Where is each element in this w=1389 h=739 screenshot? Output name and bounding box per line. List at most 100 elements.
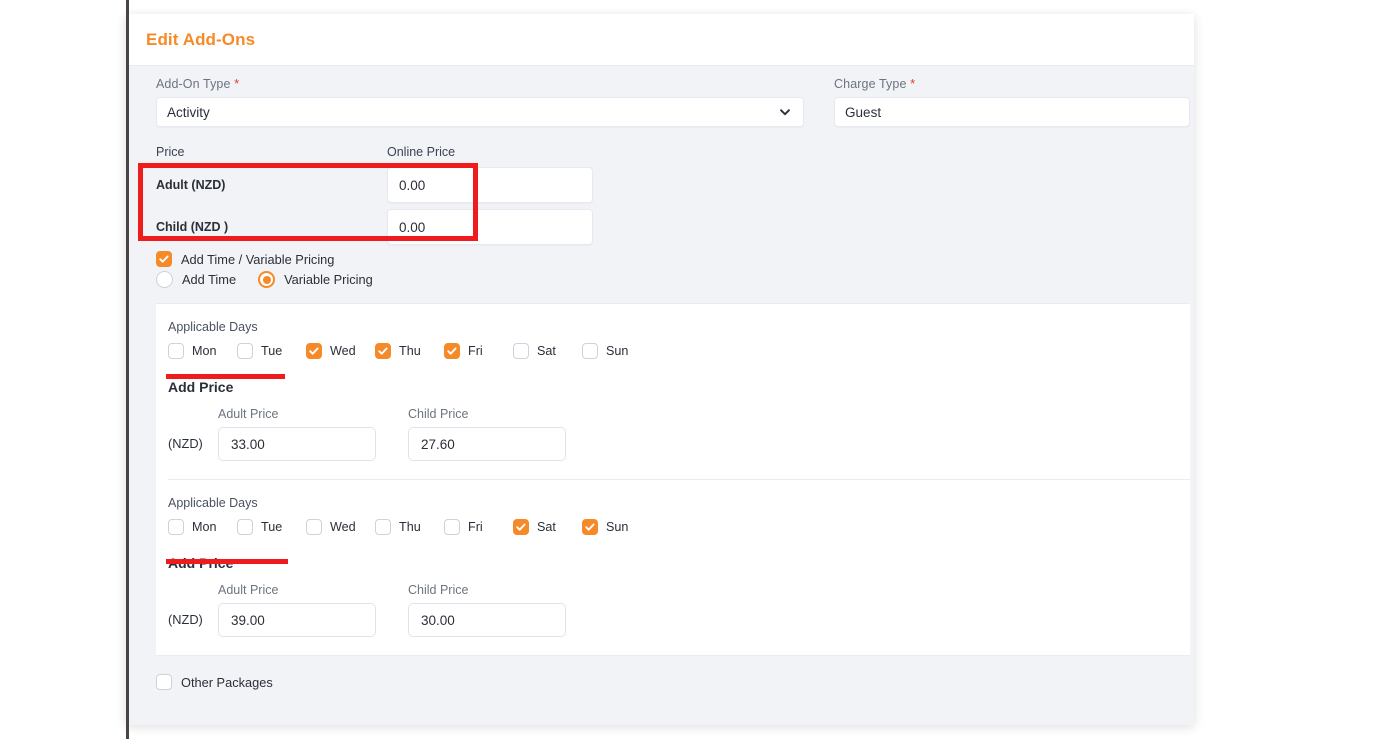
checkbox-box <box>237 519 253 535</box>
child-price-input-2[interactable]: 30.00 <box>408 603 566 637</box>
checkbox-box <box>168 343 184 359</box>
modal-header: Edit Add-Ons <box>126 14 1194 66</box>
pricing-group-2: Applicable Days Mon Tue Wed Thu Fri Sat … <box>156 480 1190 655</box>
checkbox-box <box>582 519 598 535</box>
day-label: Sun <box>606 344 629 358</box>
child-price-input-1[interactable]: 27.60 <box>408 427 566 461</box>
day-checkbox-wed-2[interactable]: Wed <box>306 519 375 535</box>
day-checkbox-sat-1[interactable]: Sat <box>513 343 582 359</box>
checkbox-box <box>306 519 322 535</box>
variable-pricing-panel: Applicable Days Mon Tue Wed Thu Fri Sat … <box>156 303 1190 656</box>
modal-footer: Other Packages <box>126 656 1194 690</box>
addon-type-label-text: Add-On Type <box>156 77 231 91</box>
charge-type-input[interactable]: Guest <box>834 97 1190 127</box>
checkbox-box <box>513 343 529 359</box>
child-price-label: Child Price <box>408 583 469 597</box>
day-label: Wed <box>330 520 356 534</box>
add-time-radio[interactable] <box>156 271 173 288</box>
variable-pricing-radio-label: Variable Pricing <box>284 272 373 287</box>
child-price-value: 30.00 <box>421 612 455 628</box>
adult-price-value: 39.00 <box>231 612 265 628</box>
modal-body: Add-On Type * Activity Charge Type * Gue… <box>126 66 1194 725</box>
applicable-days-row-1: Mon Tue Wed Thu Fri Sat Sun <box>168 343 1190 359</box>
addon-type-select[interactable]: Activity <box>156 97 805 127</box>
checkbox-box <box>444 343 460 359</box>
add-time-variable-pricing-checkbox[interactable] <box>156 251 172 267</box>
add-time-variable-pricing-row: Add Time / Variable Pricing <box>126 251 1194 267</box>
addon-type-field: Add-On Type * Activity <box>156 76 834 127</box>
adult-price-field-2: Adult Price 39.00 <box>218 583 376 637</box>
adult-price-input-2[interactable]: 39.00 <box>218 603 376 637</box>
price-row-label: Adult (NZD) <box>156 178 226 192</box>
table-row: Adult (NZD) 0.00 <box>156 167 1190 203</box>
day-label: Tue <box>261 344 283 358</box>
day-label: Thu <box>399 520 421 534</box>
day-checkbox-tue-2[interactable]: Tue <box>237 519 306 535</box>
chevron-down-icon <box>779 106 791 118</box>
day-checkbox-sat-2[interactable]: Sat <box>513 519 582 535</box>
day-label: Sat <box>537 520 556 534</box>
checkbox-box <box>168 519 184 535</box>
day-label: Wed <box>330 344 356 358</box>
day-checkbox-mon-1[interactable]: Mon <box>168 343 237 359</box>
applicable-days-label-2: Applicable Days <box>168 496 258 510</box>
day-checkbox-sun-1[interactable]: Sun <box>582 343 651 359</box>
table-row: Child (NZD ) 0.00 <box>156 209 1190 245</box>
other-packages-label: Other Packages <box>181 674 273 690</box>
day-checkbox-tue-1[interactable]: Tue <box>237 343 306 359</box>
pricing-group-1: Applicable Days Mon Tue Wed Thu Fri Sat … <box>156 304 1190 479</box>
required-marker: * <box>234 76 240 91</box>
day-checkbox-wed-1[interactable]: Wed <box>306 343 375 359</box>
child-price-field-1: Child Price 27.60 <box>408 407 566 461</box>
child-price-value: 27.60 <box>421 436 455 452</box>
applicable-days-label-1: Applicable Days <box>168 320 258 334</box>
adult-online-price-value: 0.00 <box>399 177 426 193</box>
checkbox-box <box>306 343 322 359</box>
day-checkbox-mon-2[interactable]: Mon <box>168 519 237 535</box>
day-checkbox-thu-2[interactable]: Thu <box>375 519 444 535</box>
currency-label-1: (NZD) <box>168 436 203 451</box>
day-checkbox-thu-1[interactable]: Thu <box>375 343 444 359</box>
variable-pricing-radio[interactable] <box>258 271 276 288</box>
add-price-title-2: Add Price <box>168 555 234 571</box>
charge-type-value: Guest <box>845 104 882 120</box>
charge-type-label: Charge Type * <box>834 76 1190 91</box>
adult-price-label: Adult Price <box>218 407 279 421</box>
pricing-mode-row: Add Time Variable Pricing <box>126 271 1194 288</box>
price-row-label: Child (NZD ) <box>156 220 229 234</box>
price-fields-1: (NZD) Adult Price 33.00 Child Price 27.6… <box>168 407 1190 461</box>
child-price-label: Child Price <box>408 407 469 421</box>
day-checkbox-sun-2[interactable]: Sun <box>582 519 651 535</box>
child-online-price-value: 0.00 <box>399 219 426 235</box>
window-left-edge <box>126 0 129 739</box>
checkbox-box <box>582 343 598 359</box>
charge-type-field: Charge Type * Guest <box>834 76 1190 127</box>
page-title: Edit Add-Ons <box>146 29 256 49</box>
child-online-price-input[interactable]: 0.00 <box>387 209 593 245</box>
day-checkbox-fri-1[interactable]: Fri <box>444 343 513 359</box>
price-column-header: Price <box>156 145 185 159</box>
addon-type-label: Add-On Type * <box>156 76 804 91</box>
checkbox-box <box>444 519 460 535</box>
day-label: Sat <box>537 344 556 358</box>
adult-price-input-1[interactable]: 33.00 <box>218 427 376 461</box>
online-price-column-header: Online Price <box>387 145 456 159</box>
checkbox-box <box>375 343 391 359</box>
top-form: Add-On Type * Activity Charge Type * Gue… <box>126 66 1194 127</box>
day-label: Mon <box>192 344 217 358</box>
type-fields-row: Add-On Type * Activity Charge Type * Gue… <box>126 76 1194 127</box>
child-price-field-2: Child Price 30.00 <box>408 583 566 637</box>
day-label: Thu <box>399 344 421 358</box>
day-label: Fri <box>468 344 483 358</box>
price-table-header: Price Online Price <box>156 145 1190 167</box>
applicable-days-row-2: Mon Tue Wed Thu Fri Sat Sun <box>168 519 1190 535</box>
charge-type-label-text: Charge Type <box>834 77 907 91</box>
adult-price-label: Adult Price <box>218 583 279 597</box>
screenshot-root: Edit Add-Ons Add-On Type * Activity Char… <box>0 0 1389 739</box>
day-label: Fri <box>468 520 483 534</box>
adult-price-value: 33.00 <box>231 436 265 452</box>
adult-online-price-input[interactable]: 0.00 <box>387 167 593 203</box>
required-marker: * <box>910 76 916 91</box>
other-packages-checkbox[interactable] <box>156 674 172 690</box>
day-checkbox-fri-2[interactable]: Fri <box>444 519 513 535</box>
